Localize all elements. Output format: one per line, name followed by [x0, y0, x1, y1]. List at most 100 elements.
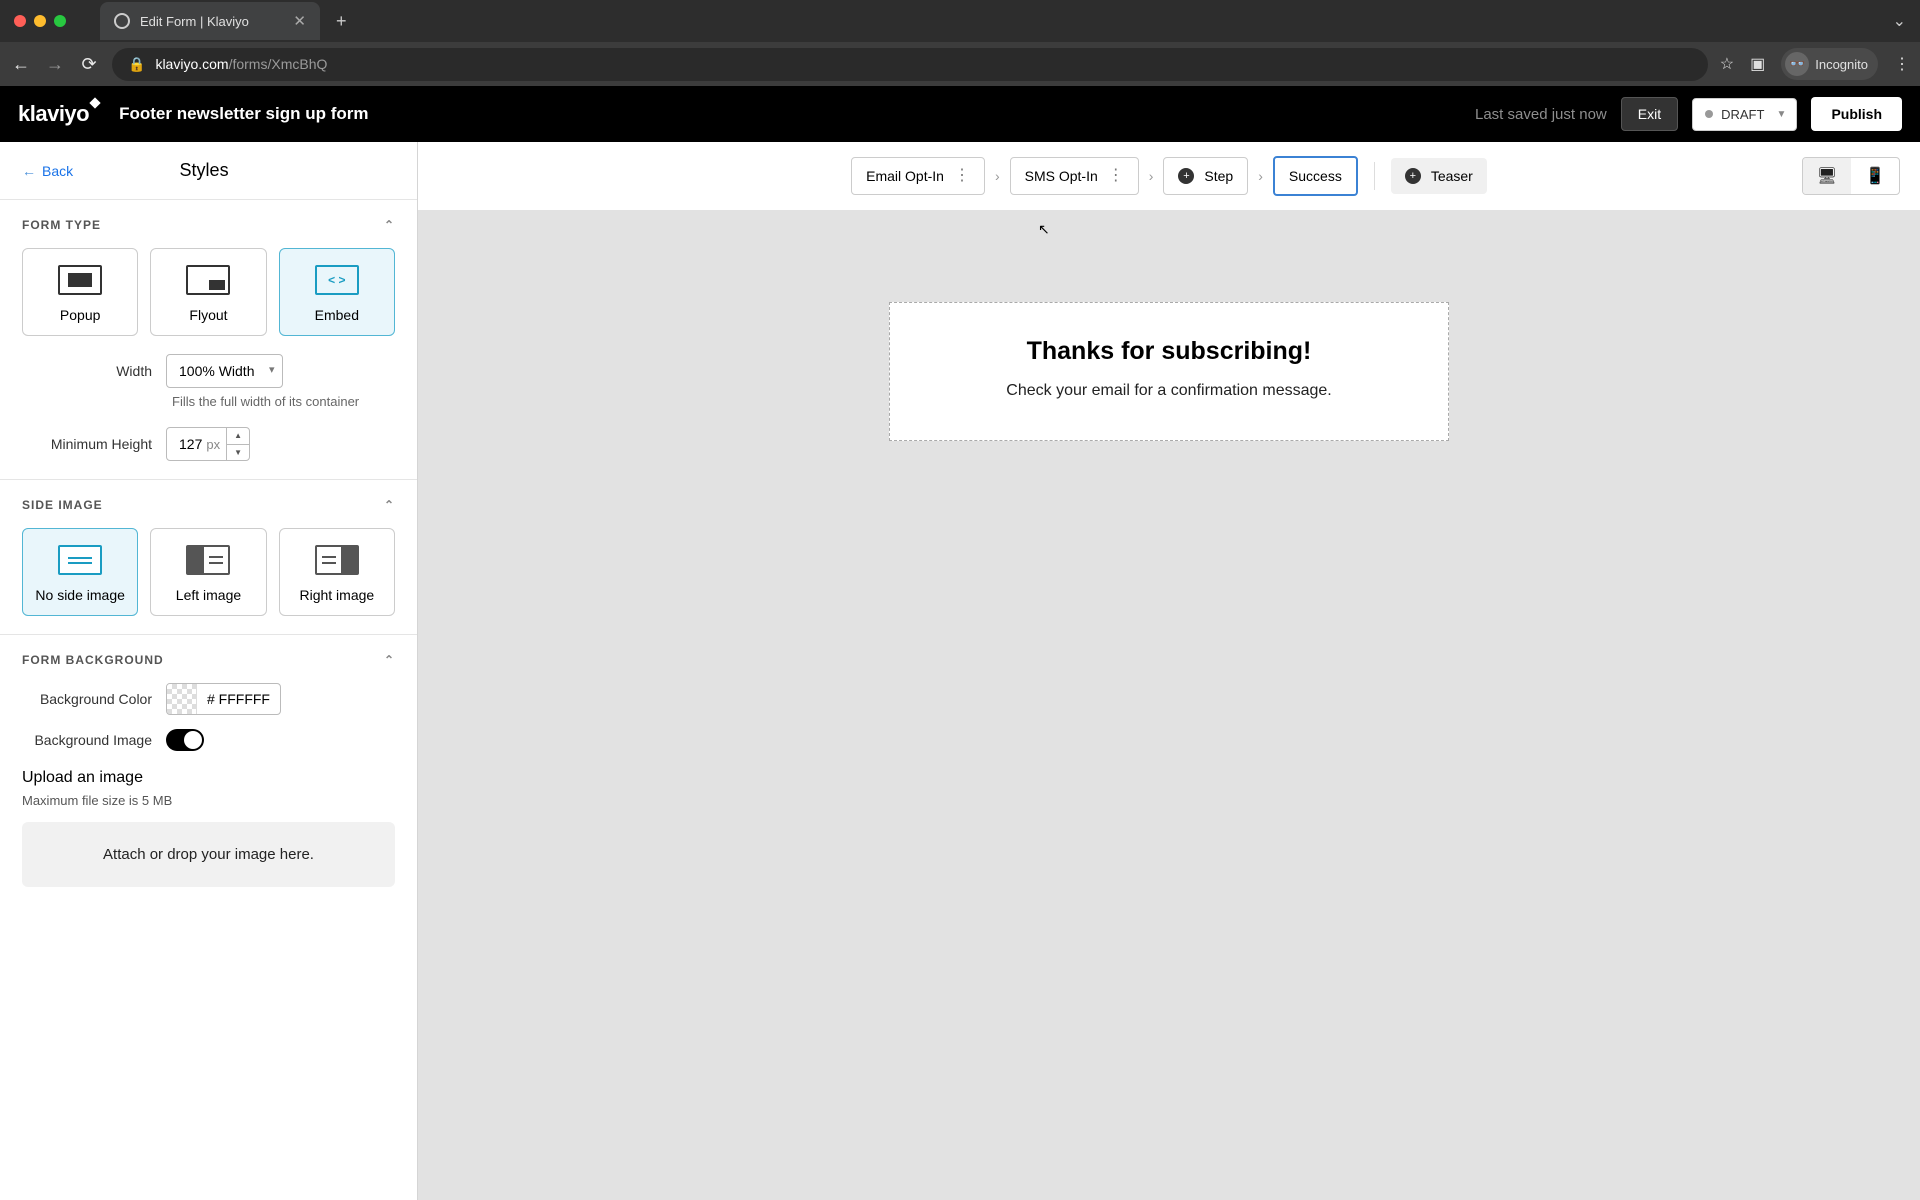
side-image-none[interactable]: No side image: [22, 528, 138, 616]
new-tab-button[interactable]: +: [328, 7, 355, 36]
plus-circle-icon: +: [1405, 168, 1421, 184]
klaviyo-logo[interactable]: klaviyo: [18, 101, 89, 127]
tab-close-icon[interactable]: ✕: [293, 12, 306, 30]
arrow-icon: ›: [1258, 168, 1263, 184]
width-select[interactable]: 100% Width: [166, 354, 283, 388]
status-dot-icon: [1705, 110, 1713, 118]
section-header[interactable]: SIDE IMAGE ⌃: [22, 498, 395, 512]
add-teaser-button[interactable]: + Teaser: [1391, 158, 1487, 194]
color-hex-value: # FFFFFF: [197, 691, 280, 707]
upload-title: Upload an image: [22, 769, 395, 787]
tab-strip: Edit Form | Klaviyo ✕ +: [80, 2, 355, 40]
chevron-up-icon: ⌃: [384, 653, 395, 667]
min-height-input[interactable]: 127 px ▲ ▼: [166, 427, 250, 461]
mobile-view-button[interactable]: 📱: [1851, 158, 1899, 194]
title-bar: Edit Form | Klaviyo ✕ + ⌄: [0, 0, 1920, 42]
option-label: Embed: [315, 307, 359, 323]
section-form-type: FORM TYPE ⌃ Popup Flyout < > Embed Width: [0, 200, 417, 480]
kebab-menu-icon[interactable]: ⋮: [1894, 54, 1910, 74]
popup-icon: [58, 265, 102, 295]
incognito-badge[interactable]: 👓 Incognito: [1781, 48, 1878, 80]
incognito-icon: 👓: [1785, 52, 1809, 76]
kebab-icon[interactable]: ⋮: [1108, 173, 1124, 179]
sidebar-header: Back Styles: [0, 142, 417, 200]
section-side-image: SIDE IMAGE ⌃ No side image Left image Ri…: [0, 480, 417, 635]
step-email-optin[interactable]: Email Opt-In ⋮: [851, 157, 985, 195]
arrow-icon: ›: [995, 168, 1000, 184]
sidebar-title: Styles: [180, 160, 229, 181]
field-label: Width: [22, 363, 152, 379]
form-preview[interactable]: Thanks for subscribing! Check your email…: [889, 302, 1449, 441]
browser-tab[interactable]: Edit Form | Klaviyo ✕: [100, 2, 320, 40]
panel-icon[interactable]: ▣: [1750, 54, 1765, 74]
option-label: Right image: [299, 587, 374, 603]
status-label: DRAFT: [1721, 107, 1764, 122]
url-path: /forms/XmcBhQ: [229, 56, 328, 72]
bookmark-star-icon[interactable]: ☆: [1720, 54, 1734, 74]
color-input[interactable]: # FFFFFF: [166, 683, 281, 715]
close-window-icon[interactable]: [14, 15, 26, 27]
no-image-icon: [58, 545, 102, 575]
canvas-area: Email Opt-In ⋮ › SMS Opt-In ⋮ › + Step ›…: [418, 142, 1920, 1200]
back-icon[interactable]: ←: [10, 54, 32, 75]
embed-icon: < >: [315, 265, 359, 295]
browser-chrome: Edit Form | Klaviyo ✕ + ⌄ ← → ⟳ 🔒 klaviy…: [0, 0, 1920, 86]
chevron-down-icon: ▼: [1777, 109, 1787, 120]
select-value: 100% Width: [179, 363, 254, 379]
section-form-background: FORM BACKGROUND ⌃ Background Color # FFF…: [0, 635, 417, 905]
section-title: SIDE IMAGE: [22, 498, 103, 512]
decrement-icon[interactable]: ▼: [227, 445, 249, 461]
section-header[interactable]: FORM TYPE ⌃: [22, 218, 395, 232]
favicon-icon: [114, 13, 130, 29]
increment-icon[interactable]: ▲: [227, 428, 249, 445]
upload-dropzone[interactable]: Attach or drop your image here.: [22, 822, 395, 887]
step-label: Step: [1204, 168, 1233, 184]
desktop-view-button[interactable]: 🖥: [1803, 158, 1851, 194]
field-label: Background Image: [22, 732, 152, 748]
chevron-up-icon: ⌃: [384, 218, 395, 232]
lock-icon: 🔒: [128, 56, 145, 73]
publish-button[interactable]: Publish: [1811, 97, 1902, 131]
form-type-embed[interactable]: < > Embed: [279, 248, 395, 336]
reload-icon[interactable]: ⟳: [78, 54, 100, 75]
tabs-chevron-down-icon[interactable]: ⌄: [1893, 11, 1906, 31]
device-toggle: 🖥 📱: [1802, 157, 1900, 195]
back-link[interactable]: Back: [22, 163, 73, 179]
step-label: Teaser: [1431, 168, 1473, 184]
step-label: SMS Opt-In: [1025, 168, 1098, 184]
form-type-flyout[interactable]: Flyout: [150, 248, 266, 336]
chevron-up-icon: ⌃: [384, 498, 395, 512]
traffic-lights: [0, 15, 80, 27]
canvas[interactable]: ↖ Thanks for subscribing! Check your ema…: [418, 210, 1920, 1200]
maximize-window-icon[interactable]: [54, 15, 66, 27]
width-hint: Fills the full width of its container: [172, 394, 395, 409]
status-dropdown[interactable]: DRAFT ▼: [1692, 98, 1797, 131]
option-label: No side image: [35, 587, 125, 603]
step-success[interactable]: Success: [1273, 156, 1358, 196]
add-step-button[interactable]: + Step: [1163, 157, 1248, 195]
step-sms-optin[interactable]: SMS Opt-In ⋮: [1010, 157, 1139, 195]
forward-icon[interactable]: →: [44, 54, 66, 75]
form-type-popup[interactable]: Popup: [22, 248, 138, 336]
section-header[interactable]: FORM BACKGROUND ⌃: [22, 653, 395, 667]
side-image-options: No side image Left image Right image: [22, 528, 395, 616]
side-image-left[interactable]: Left image: [150, 528, 266, 616]
min-height-field: Minimum Height 127 px ▲ ▼: [22, 427, 395, 461]
tab-title: Edit Form | Klaviyo: [140, 14, 249, 29]
plus-circle-icon: +: [1178, 168, 1194, 184]
minimize-window-icon[interactable]: [34, 15, 46, 27]
bg-image-toggle[interactable]: [166, 729, 204, 751]
address-bar[interactable]: 🔒 klaviyo.com/forms/XmcBhQ: [112, 48, 1708, 81]
header-right: Last saved just now Exit DRAFT ▼ Publish: [1475, 97, 1902, 131]
kebab-icon[interactable]: ⋮: [954, 173, 970, 179]
bg-color-field: Background Color # FFFFFF: [22, 683, 395, 715]
main: Back Styles FORM TYPE ⌃ Popup Flyout < >: [0, 142, 1920, 1200]
section-title: FORM TYPE: [22, 218, 101, 232]
incognito-label: Incognito: [1815, 57, 1868, 72]
spinner-buttons: ▲ ▼: [226, 428, 249, 460]
exit-button[interactable]: Exit: [1621, 97, 1678, 131]
form-name: Footer newsletter sign up form: [119, 104, 368, 124]
step-bar: Email Opt-In ⋮ › SMS Opt-In ⋮ › + Step ›…: [418, 142, 1920, 210]
divider: [1374, 162, 1375, 190]
side-image-right[interactable]: Right image: [279, 528, 395, 616]
